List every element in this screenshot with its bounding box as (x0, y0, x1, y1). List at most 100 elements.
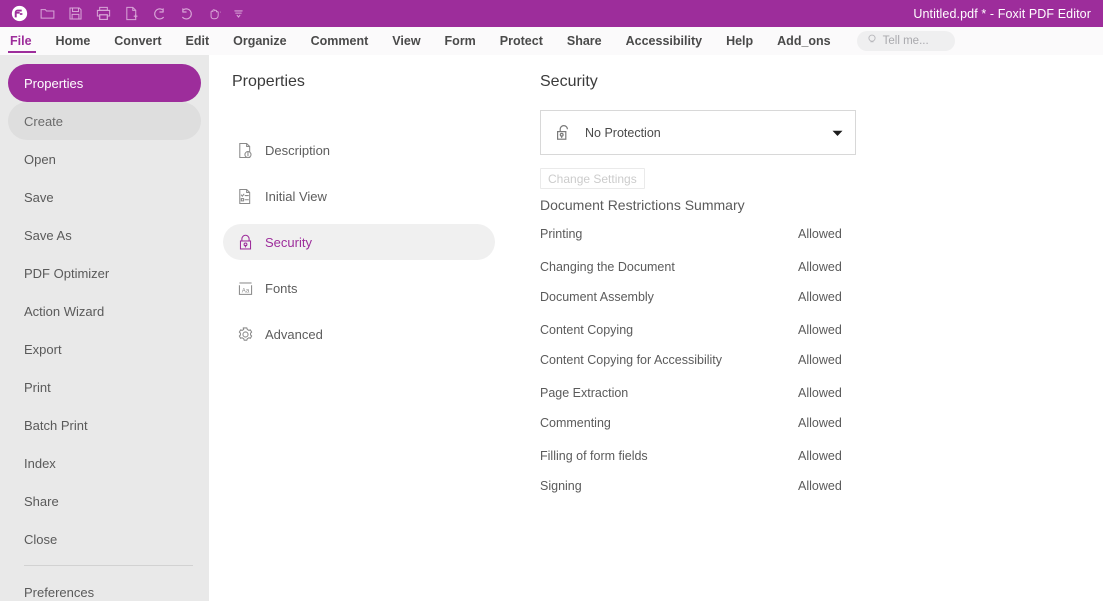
properties-item-label: Security (265, 234, 312, 250)
restriction-name: Filling of form fields (540, 448, 648, 463)
menu-item-share[interactable]: Share (555, 27, 614, 55)
table-row: Content Copying for Accessibility Allowe… (540, 351, 880, 368)
restriction-name: Signing (540, 478, 582, 493)
restriction-value: Allowed (798, 415, 842, 430)
svg-text:Aa: Aa (241, 287, 249, 294)
properties-panel: Properties Description Initial View Secu… (209, 55, 511, 601)
table-row: Filling of form fields Allowed (540, 447, 880, 464)
sidebar-item-save[interactable]: Save (8, 178, 201, 216)
menu-item-help[interactable]: Help (714, 27, 765, 55)
table-row: Printing Allowed (540, 225, 880, 242)
open-folder-icon[interactable] (34, 3, 60, 25)
sidebar-item-pdf-optimizer[interactable]: PDF Optimizer (8, 254, 201, 292)
sidebar-item-preferences[interactable]: Preferences (8, 573, 201, 611)
properties-item-fonts[interactable]: Aa Fonts (223, 270, 495, 306)
properties-item-advanced[interactable]: Advanced (223, 316, 495, 352)
restriction-name: Content Copying (540, 322, 634, 337)
restriction-value: Allowed (798, 448, 842, 463)
save-icon[interactable] (62, 3, 88, 25)
lightbulb-icon (866, 32, 878, 50)
sidebar-item-properties[interactable]: Properties (8, 64, 201, 102)
restriction-value: Allowed (798, 352, 842, 367)
protection-method-select[interactable]: No Protection (540, 110, 856, 155)
sidebar-divider (24, 565, 193, 566)
restrictions-summary-title: Document Restrictions Summary (540, 197, 745, 213)
gear-icon (234, 323, 256, 345)
window-title: Untitled.pdf * - Foxit PDF Editor (913, 6, 1091, 21)
tell-me-placeholder: Tell me... (882, 35, 929, 47)
sidebar-item-batch-print[interactable]: Batch Print (8, 406, 201, 444)
menu-item-edit[interactable]: Edit (174, 27, 222, 55)
sidebar-item-create[interactable]: Create (8, 102, 201, 140)
restriction-value: Allowed (798, 259, 842, 274)
lock-icon (234, 231, 256, 253)
restriction-name: Page Extraction (540, 385, 629, 400)
table-row: Changing the Document Allowed (540, 258, 880, 275)
properties-item-initial-view[interactable]: Initial View (223, 178, 495, 214)
menu-item-addons[interactable]: Add_ons (765, 27, 842, 55)
create-pdf-icon[interactable] (118, 3, 144, 25)
tell-me-search[interactable]: Tell me... (856, 31, 955, 51)
document-info-icon (234, 139, 256, 161)
hand-tool-icon[interactable] (202, 3, 228, 25)
table-row: Document Assembly Allowed (540, 288, 880, 305)
customize-quick-access-icon[interactable] (230, 3, 246, 25)
restrictions-table: Printing Allowed Changing the Document A… (540, 225, 880, 494)
restriction-name: Changing the Document (540, 259, 675, 274)
menu-item-comment[interactable]: Comment (299, 27, 381, 55)
menu-item-home[interactable]: Home (44, 27, 103, 55)
properties-item-label: Description (265, 142, 331, 158)
menu-bar: File Home Convert Edit Organize Comment … (0, 27, 1103, 55)
restriction-value: Allowed (798, 289, 842, 304)
quick-access-toolbar (0, 3, 246, 25)
sidebar-item-print[interactable]: Print (8, 368, 201, 406)
redo-icon[interactable] (174, 3, 200, 25)
document-list-icon (234, 185, 256, 207)
security-panel: Security No Protection Change Settings D… (511, 55, 1103, 601)
menu-item-form[interactable]: Form (433, 27, 488, 55)
file-sidebar: Properties Create Open Save Save As PDF … (0, 55, 209, 601)
sidebar-item-share[interactable]: Share (8, 482, 201, 520)
sidebar-item-open[interactable]: Open (8, 140, 201, 178)
table-row: Signing Allowed (540, 477, 880, 494)
undo-icon[interactable] (146, 3, 172, 25)
properties-panel-title: Properties (232, 73, 305, 90)
properties-item-label: Advanced (265, 326, 323, 342)
restriction-value: Allowed (798, 385, 842, 400)
sidebar-item-save-as[interactable]: Save As (8, 216, 201, 254)
restriction-value: Allowed (798, 226, 842, 241)
menu-item-organize[interactable]: Organize (221, 27, 299, 55)
restriction-value: Allowed (798, 478, 842, 493)
properties-item-label: Fonts (265, 280, 298, 296)
menu-item-file[interactable]: File (0, 27, 44, 55)
properties-category-list: Description Initial View Security Aa Fon… (223, 132, 495, 352)
menu-item-convert[interactable]: Convert (102, 27, 173, 55)
properties-item-label: Initial View (265, 188, 327, 204)
table-row: Page Extraction Allowed (540, 384, 880, 401)
foxit-logo-icon[interactable] (6, 3, 32, 25)
change-settings-button[interactable]: Change Settings (540, 168, 645, 189)
title-bar: Untitled.pdf * - Foxit PDF Editor (0, 0, 1103, 27)
protection-method-value: No Protection (585, 125, 661, 140)
sidebar-item-action-wizard[interactable]: Action Wizard (8, 292, 201, 330)
table-row: Content Copying Allowed (540, 321, 880, 338)
restriction-name: Commenting (540, 415, 611, 430)
sidebar-item-close[interactable]: Close (8, 520, 201, 558)
table-row: Commenting Allowed (540, 414, 880, 431)
properties-item-security[interactable]: Security (223, 224, 495, 260)
security-panel-title: Security (540, 73, 598, 90)
restriction-value: Allowed (798, 322, 842, 337)
menu-item-view[interactable]: View (380, 27, 432, 55)
sidebar-item-index[interactable]: Index (8, 444, 201, 482)
menu-item-accessibility[interactable]: Accessibility (614, 27, 714, 55)
sidebar-item-export[interactable]: Export (8, 330, 201, 368)
restriction-name: Printing (540, 226, 583, 241)
font-aa-icon: Aa (234, 277, 256, 299)
unlocked-padlock-icon (552, 121, 576, 145)
menu-item-protect[interactable]: Protect (488, 27, 555, 55)
restriction-name: Content Copying for Accessibility (540, 352, 723, 367)
restriction-name: Document Assembly (540, 289, 654, 304)
properties-item-description[interactable]: Description (223, 132, 495, 168)
chevron-down-icon[interactable] (832, 124, 843, 142)
print-icon[interactable] (90, 3, 116, 25)
